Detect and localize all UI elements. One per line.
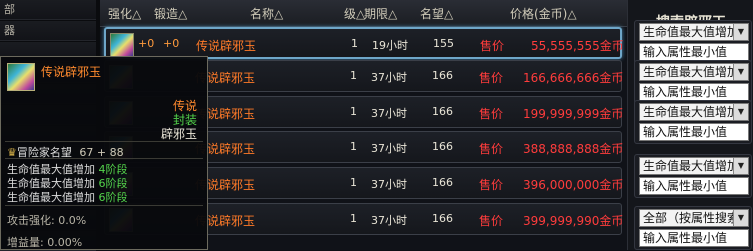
min-value-input[interactable]: 输入属性最小值 [639, 43, 749, 61]
tooltip-title: 传说辟邪玉 [41, 65, 102, 79]
filter-group: 生命值最大值增加 ▼ 输入属性最小值 [634, 154, 752, 198]
cell-strengthen: +0 [138, 37, 155, 50]
attribute-select[interactable]: 全部（按属性搜索） ▼ [639, 209, 749, 227]
select-value: 生命值最大值增加 [643, 159, 740, 173]
chevron-down-icon[interactable]: ▼ [733, 104, 748, 120]
tooltip-type: 辟邪玉 [160, 127, 197, 141]
cell-level: 1 [350, 176, 357, 189]
min-value-input[interactable]: 输入属性最小值 [639, 83, 749, 101]
tooltip-stat: 生命值最大值增加 6阶段 [7, 189, 128, 205]
filter-group: 生命值最大值增加 ▼ 输入属性最小值 [634, 20, 752, 64]
cell-reputation: 155 [433, 37, 454, 50]
col-price[interactable]: 价格(金币)△ [510, 5, 577, 22]
cell-forge: +0 [163, 37, 180, 50]
cell-level: 1 [351, 37, 358, 50]
chevron-down-icon[interactable]: ▼ [733, 210, 748, 226]
cell-price-label: 售价 [479, 107, 504, 121]
cell-price: 199,999,999金币 [523, 107, 624, 121]
divider [5, 205, 203, 206]
divider [5, 158, 203, 159]
cell-reputation: 166 [432, 69, 453, 82]
cell-level: 1 [350, 69, 357, 82]
jade-item-icon [7, 63, 35, 91]
chevron-down-icon[interactable]: ▼ [733, 24, 748, 40]
min-value-input[interactable]: 输入属性最小值 [639, 123, 749, 141]
cell-reputation: 166 [432, 140, 453, 153]
cell-duration: 37小时 [371, 178, 407, 191]
tooltip-attack-strength: 攻击强化: 0.0% [7, 214, 87, 227]
col-duration[interactable]: 期限△ [364, 5, 397, 22]
cell-price-label: 售价 [479, 178, 504, 192]
attribute-select[interactable]: 生命值最大值增加 ▼ [639, 157, 749, 175]
divider [5, 141, 203, 142]
cell-duration: 37小时 [371, 107, 407, 120]
attribute-select[interactable]: 生命值最大值增加 ▼ [639, 103, 749, 121]
cell-price: 399,999,990金币 [523, 214, 624, 228]
col-forge[interactable]: 锻造△ [154, 5, 187, 22]
category-item[interactable]: 器 [0, 21, 96, 41]
min-value-input[interactable]: 输入属性最小值 [639, 229, 749, 247]
cell-price: 388,888,888金币 [523, 142, 624, 156]
table-header: 强化△ 锻造△ 名称△ 级△ 期限△ 名望△ 价格(金币)△ [100, 0, 627, 27]
cell-reputation: 166 [432, 212, 453, 225]
chevron-down-icon[interactable]: ▼ [733, 64, 748, 80]
filter-group: 生命值最大值增加 ▼ 输入属性最小值 [634, 60, 752, 104]
stat-text: 生命值最大值增加 [7, 191, 95, 204]
filter-group: 生命值最大值增加 ▼ 输入属性最小值 [634, 100, 752, 144]
select-value: 生命值最大值增加 [643, 105, 740, 119]
cell-level: 1 [350, 105, 357, 118]
item-tooltip: 传说辟邪玉 传说 封装 辟邪玉 ♛冒险家名望 67 + 88 生命值最大值增加 … [0, 56, 208, 250]
cell-level: 1 [350, 212, 357, 225]
col-strengthen[interactable]: 强化△ [108, 5, 141, 22]
cell-price: 55,555,555金币 [531, 39, 624, 53]
col-reputation[interactable]: 名望△ [420, 5, 453, 22]
filter-group: 全部（按属性搜索） ▼ 输入属性最小值 [634, 206, 752, 250]
cell-price-label: 售价 [479, 142, 504, 156]
col-level[interactable]: 级△ [344, 5, 365, 22]
stat-level: 6阶段 [98, 191, 128, 204]
category-item[interactable]: 部 [0, 0, 96, 20]
cell-reputation: 166 [432, 176, 453, 189]
select-value: 生命值最大值增加 [643, 25, 740, 39]
min-value-input[interactable]: 输入属性最小值 [639, 177, 749, 195]
cell-price-label: 售价 [480, 39, 505, 53]
chevron-down-icon[interactable]: ▼ [733, 158, 748, 174]
cell-price-label: 售价 [479, 214, 504, 228]
cell-duration: 19小时 [372, 39, 408, 52]
tooltip-damage-boost: 增益量: 0.00% [7, 236, 83, 249]
cell-price: 396,000,000金币 [523, 178, 624, 192]
cell-reputation: 166 [432, 105, 453, 118]
cell-price: 166,666,666金币 [523, 71, 624, 85]
cell-level: 1 [350, 140, 357, 153]
col-name[interactable]: 名称△ [250, 5, 283, 22]
table-row[interactable]: +0 +0 传说辟邪玉 1 19小时 155 售价 55,555,555金币 [104, 27, 624, 59]
cell-name: 传说辟邪玉 [196, 39, 257, 53]
cell-price-label: 售价 [479, 71, 504, 85]
attribute-select[interactable]: 生命值最大值增加 ▼ [639, 23, 749, 41]
cell-duration: 37小时 [371, 214, 407, 227]
select-value: 生命值最大值增加 [643, 65, 740, 79]
cell-duration: 37小时 [371, 142, 407, 155]
attribute-select[interactable]: 生命值最大值增加 ▼ [639, 63, 749, 81]
jade-item-icon [110, 33, 134, 57]
cell-duration: 37小时 [371, 71, 407, 84]
search-panel: 搜索辟邪玉 生命值最大值增加▼ 输入属性最小值 生命值最大值增加▼ 输入属性最小… [627, 0, 753, 250]
